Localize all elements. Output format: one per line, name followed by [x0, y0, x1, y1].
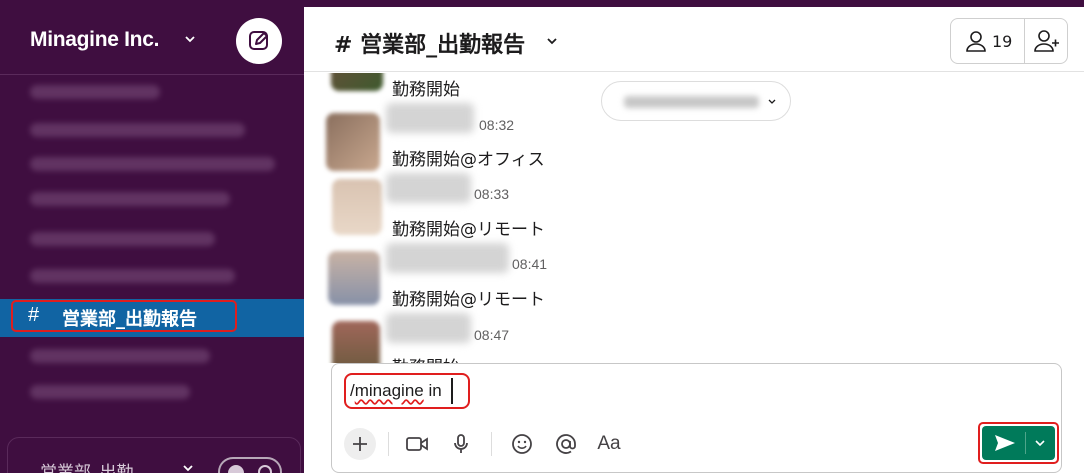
- sidebar-item-sales-attendance[interactable]: # 営業部_出勤報告: [0, 299, 304, 337]
- audio-clip-button[interactable]: [448, 428, 474, 460]
- microphone-icon: [454, 434, 468, 453]
- member-icon[interactable]: [964, 29, 988, 53]
- sidebar-item-blurred[interactable]: [30, 157, 275, 171]
- member-count[interactable]: 19: [992, 32, 1012, 51]
- main-pane: # 営業部_出勤報告 19 勤務開始 08:32 勤務開始@オフィス 08:33…: [304, 7, 1084, 473]
- sidebar: Minagine Inc. # 営業部_出勤報告 営業部_出勤: [0, 7, 304, 473]
- workspace-name[interactable]: Minagine Inc.: [30, 28, 159, 52]
- attach-button[interactable]: [344, 428, 376, 460]
- text-caret: [451, 378, 453, 404]
- message-timestamp[interactable]: 08:47: [474, 327, 509, 343]
- add-member-icon[interactable]: [1034, 28, 1060, 54]
- message-timestamp[interactable]: 08:41: [512, 256, 547, 272]
- sidebar-item-blurred[interactable]: [30, 349, 210, 363]
- avatar[interactable]: [332, 179, 382, 235]
- formatting-label: Aa: [597, 433, 621, 454]
- chevron-down-icon: [768, 99, 776, 104]
- toggle-knob: [228, 465, 244, 473]
- sidebar-item-label: 営業部_出勤報告: [62, 309, 197, 330]
- huddle-bar[interactable]: 営業部_出勤: [7, 437, 301, 473]
- divider: [491, 432, 492, 456]
- message-composer[interactable]: /minagine in Aa: [331, 363, 1062, 473]
- workspace-header[interactable]: Minagine Inc.: [0, 7, 304, 75]
- members-button-group: 19: [950, 18, 1068, 64]
- chevron-down-icon[interactable]: [184, 33, 196, 45]
- mention-button[interactable]: [552, 428, 580, 460]
- message-list: 勤務開始 08:32 勤務開始@オフィス 08:33 勤務開始@リモート 08:…: [304, 73, 1084, 363]
- sender-name-blurred[interactable]: [386, 103, 474, 133]
- sender-name-blurred[interactable]: [386, 173, 471, 203]
- message-text: 勤務開始: [392, 353, 460, 363]
- input-text-misspelled: minagine: [354, 381, 424, 400]
- sidebar-item-blurred[interactable]: [30, 123, 245, 137]
- message-text: 勤務開始@リモート: [392, 290, 545, 310]
- avatar[interactable]: [326, 113, 380, 171]
- headphones-icon: [258, 465, 272, 473]
- message-text: 勤務開始@オフィス: [392, 150, 545, 170]
- divider: [1025, 432, 1026, 454]
- message-text: 勤務開始@リモート: [392, 220, 545, 240]
- send-button[interactable]: [982, 426, 1055, 460]
- avatar[interactable]: [332, 321, 380, 363]
- chevron-down-icon[interactable]: [1035, 439, 1045, 447]
- video-clip-button[interactable]: [402, 428, 432, 460]
- sender-name-blurred[interactable]: [386, 243, 509, 273]
- input-text-rest: in: [423, 381, 442, 400]
- chevron-down-icon[interactable]: [546, 35, 558, 47]
- message-timestamp[interactable]: 08:32: [479, 117, 514, 133]
- sidebar-item-blurred[interactable]: [30, 85, 160, 99]
- channel-hash-icon: #: [28, 304, 40, 326]
- avatar[interactable]: [331, 73, 383, 91]
- sidebar-item-blurred[interactable]: [30, 269, 235, 283]
- divider: [1024, 19, 1025, 63]
- channel-header: # 営業部_出勤報告 19: [304, 7, 1084, 72]
- window-top-strip: [0, 0, 1084, 7]
- date-divider-button[interactable]: [601, 81, 791, 121]
- sidebar-item-blurred[interactable]: [30, 385, 190, 399]
- message-input[interactable]: /minagine in: [350, 381, 442, 401]
- huddle-toggle[interactable]: [218, 457, 282, 473]
- compose-icon: [249, 31, 268, 50]
- sender-name-blurred[interactable]: [386, 313, 471, 343]
- channel-title[interactable]: # 営業部_出勤報告: [334, 27, 525, 59]
- date-label-blurred: [624, 96, 759, 108]
- message-timestamp[interactable]: 08:33: [474, 186, 509, 202]
- video-icon: [406, 437, 428, 451]
- compose-button[interactable]: [236, 18, 282, 64]
- chevron-down-icon[interactable]: [182, 462, 194, 473]
- divider: [388, 432, 389, 456]
- plus-icon: [353, 437, 367, 451]
- huddle-channel-label: 営業部_出勤: [40, 463, 134, 473]
- avatar[interactable]: [328, 251, 380, 305]
- formatting-button[interactable]: Aa: [594, 428, 624, 460]
- emoji-icon: [512, 434, 532, 454]
- emoji-button[interactable]: [508, 428, 536, 460]
- sidebar-item-blurred[interactable]: [30, 192, 230, 206]
- mention-icon: [556, 434, 576, 454]
- sidebar-item-blurred[interactable]: [30, 232, 215, 246]
- message-text: 勤務開始: [392, 80, 460, 100]
- send-icon: [995, 435, 1015, 451]
